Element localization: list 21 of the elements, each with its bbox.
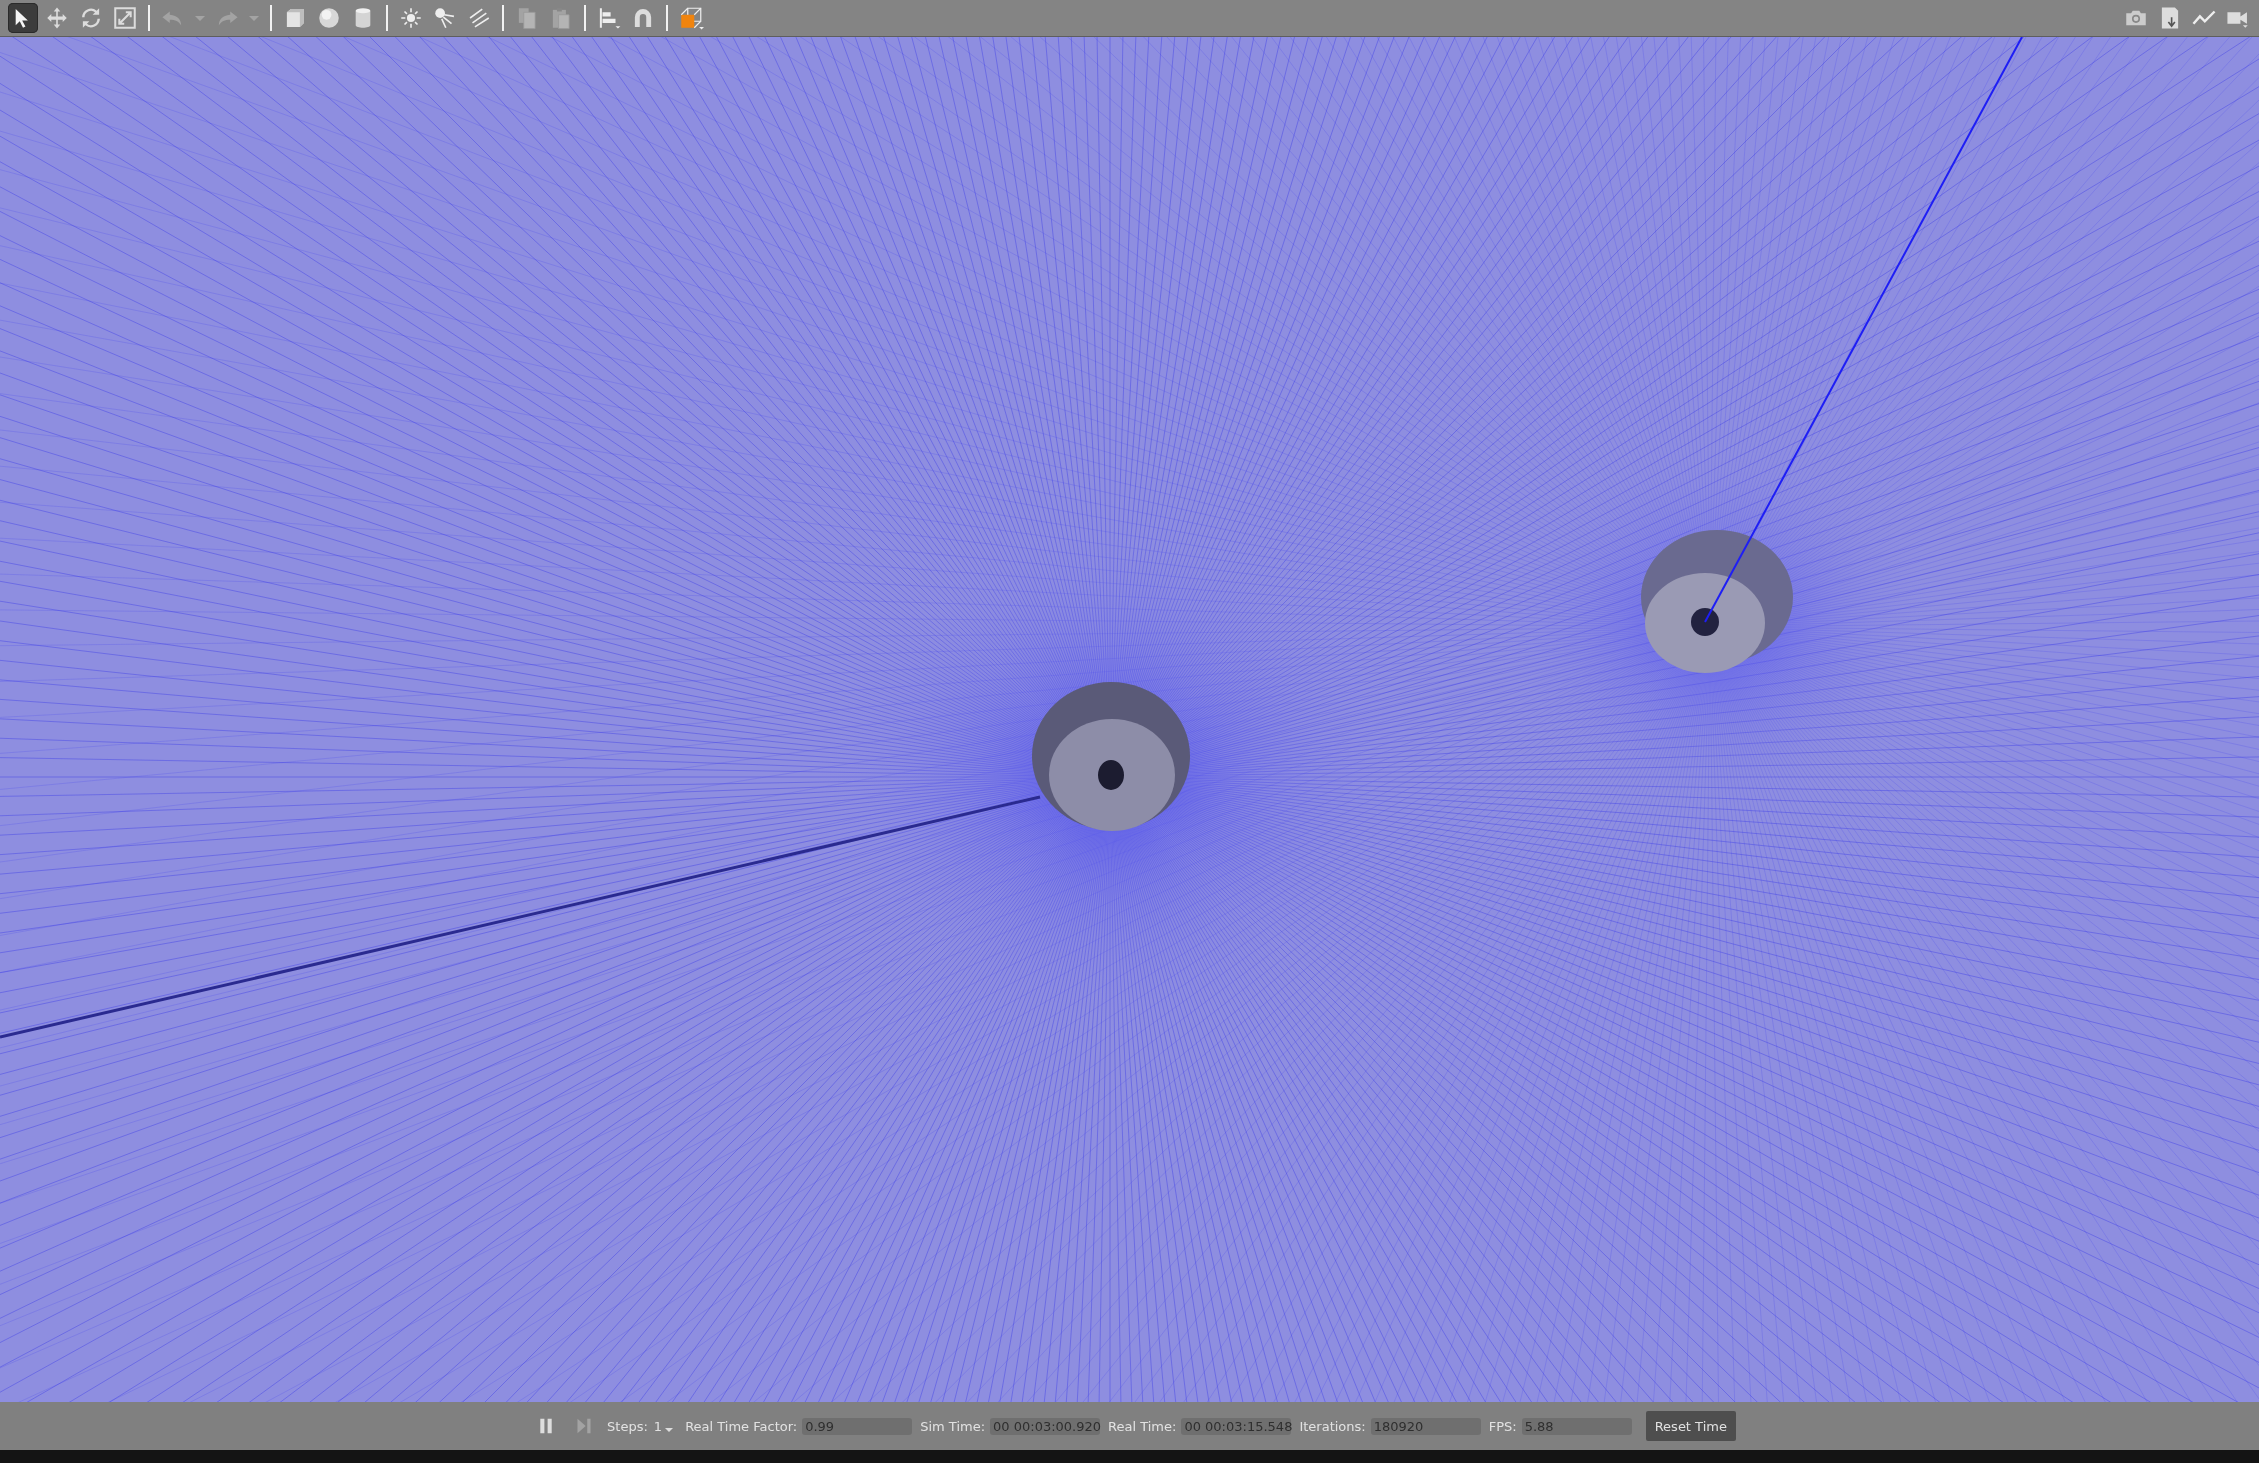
- steps-spinner[interactable]: 1: [653, 1418, 674, 1434]
- caret-icon: [249, 15, 259, 21]
- cube-view-icon: [678, 5, 704, 31]
- sun-icon: [398, 5, 424, 31]
- readout-field[interactable]: 180920: [1370, 1417, 1481, 1435]
- field-label: Iterations:: [1299, 1418, 1366, 1434]
- field-label: FPS:: [1488, 1418, 1517, 1434]
- readout-field[interactable]: 5.88: [1521, 1417, 1632, 1435]
- caret-icon: [665, 1428, 674, 1432]
- field-label: Real Time Factor:: [685, 1418, 798, 1434]
- reset-time-button[interactable]: Reset Time: [1645, 1411, 1736, 1441]
- field-label: Real Time:: [1108, 1418, 1177, 1434]
- sphere-icon: [316, 5, 342, 31]
- caret-icon: [195, 15, 205, 21]
- tool-button[interactable]: [8, 3, 38, 33]
- readout-field[interactable]: 00 00:03:00.920: [990, 1417, 1101, 1435]
- steps-label: Steps:: [607, 1418, 648, 1434]
- readout-field[interactable]: 00 00:03:15.548: [1181, 1417, 1292, 1435]
- resize-icon: [112, 5, 138, 31]
- field-label: Sim Time:: [920, 1418, 986, 1434]
- readout-field[interactable]: 0.99: [802, 1417, 913, 1435]
